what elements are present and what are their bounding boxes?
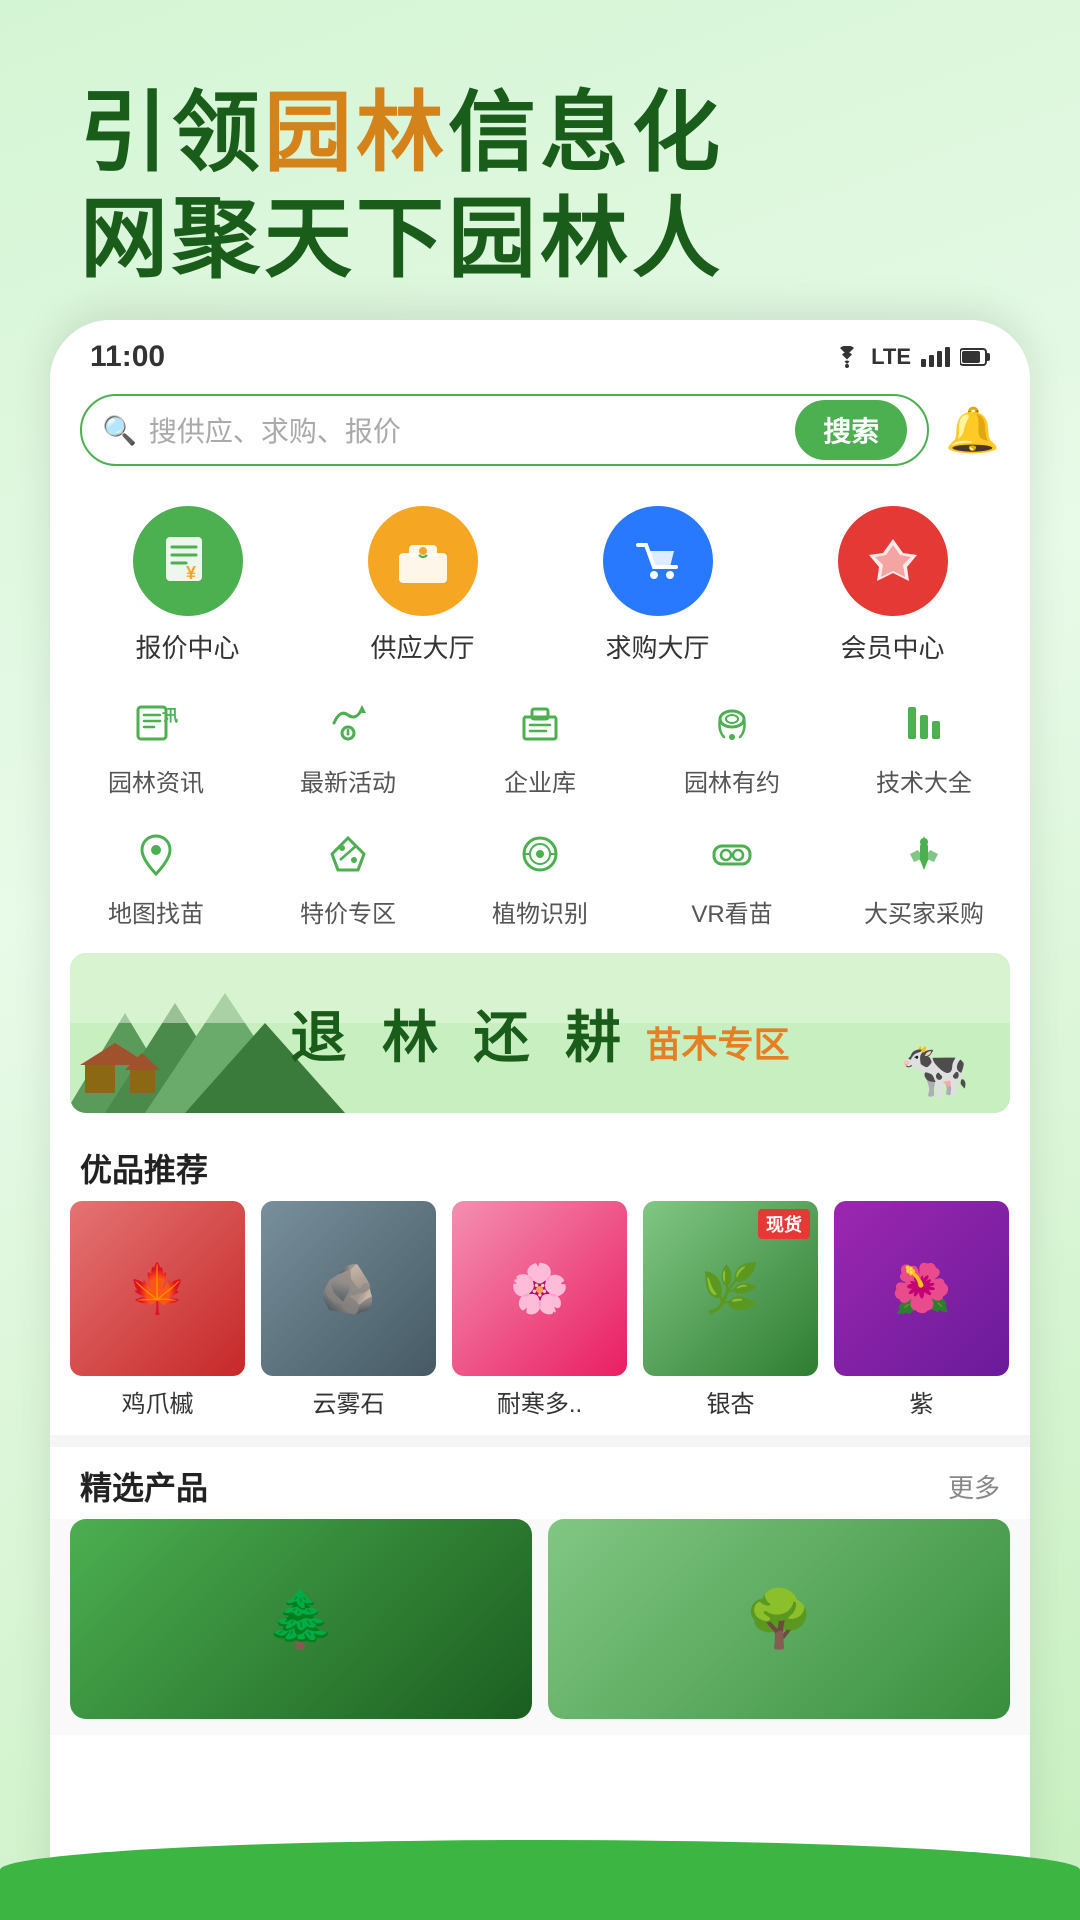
banner-main-text: 退 林 还 耕 (290, 1006, 631, 1069)
product-img-naihan: 🌸 (452, 1201, 627, 1376)
hero-line2: 网聚天下园林人 (80, 186, 1000, 292)
ditu-icon (124, 822, 188, 886)
subnav-qiyeku[interactable]: 企业库 (450, 691, 630, 798)
product-label-naihan: 耐寒多.. (497, 1384, 582, 1419)
product-img-yunwu: 🪨 (261, 1201, 436, 1376)
subnav-damaijia[interactable]: 大买家采购 (834, 822, 1014, 929)
banner-cow-icon: 🐄 (900, 1037, 970, 1103)
section-divider (50, 1435, 1030, 1447)
hero-section: 引领园林信息化 网聚天下园林人 (0, 0, 1080, 331)
damaijia-label: 大买家采购 (864, 894, 984, 929)
product-img-zi: 🌺 (834, 1201, 1009, 1376)
ditu-label: 地图找苗 (108, 894, 204, 929)
phone-mockup: 11:00 LTE (50, 320, 1030, 1920)
nav-qougou[interactable]: 求购大厅 (558, 506, 758, 665)
hero-text-part1: 引领 (80, 83, 264, 182)
main-nav: ¥ 报价中心 供应大厅 (50, 486, 1030, 675)
huodong-label: 最新活动 (300, 763, 396, 798)
qougou-icon (603, 506, 713, 616)
subnav-vr[interactable]: VR看苗 (642, 822, 822, 929)
baojia-label: 报价中心 (135, 628, 239, 665)
qiyeku-label: 企业库 (504, 763, 576, 798)
tejia-label: 特价专区 (300, 894, 396, 929)
search-icon: 🔍 (102, 414, 137, 447)
vr-label: VR看苗 (691, 894, 772, 929)
product-label-zi: 紫 (910, 1384, 934, 1419)
huodong-icon (316, 691, 380, 755)
banner-text-wrap: 退 林 还 耕 苗木专区 (290, 993, 789, 1074)
youyue-icon (700, 691, 764, 755)
sub-nav-1: 讯 园林资讯 最新活动 (50, 675, 1030, 806)
hero-text-highlight: 园林 (264, 83, 448, 182)
gonying-label: 供应大厅 (370, 628, 474, 665)
product-yunwu[interactable]: 🪨 云雾石 (261, 1201, 436, 1419)
tejia-icon (316, 822, 380, 886)
product-label-yinxing: 银杏 (707, 1384, 755, 1419)
subnav-ditu[interactable]: 地图找苗 (66, 822, 246, 929)
recommended-header: 优品推荐 (50, 1129, 1030, 1201)
youyue-label: 园林有约 (684, 763, 780, 798)
gonying-icon (368, 506, 478, 616)
subnav-jishu[interactable]: 技术大全 (834, 691, 1014, 798)
hero-line1: 引领园林信息化 (80, 80, 1000, 186)
selected-title: 精选产品 (80, 1463, 208, 1509)
status-icons: LTE (833, 344, 990, 370)
sub-nav-2: 地图找苗 特价专区 (50, 806, 1030, 937)
wifi-icon (833, 346, 861, 368)
svg-text:¥: ¥ (186, 563, 196, 583)
subnav-huodong[interactable]: 最新活动 (258, 691, 438, 798)
svg-text:讯: 讯 (162, 707, 178, 725)
product-img-yinxing: 🌿 现货 (643, 1201, 818, 1376)
zhiwu-icon (508, 822, 572, 886)
lte-icon: LTE (871, 344, 911, 370)
status-bar: 11:00 LTE (50, 320, 1030, 384)
damaijia-icon (892, 822, 956, 886)
zixun-label: 园林资讯 (108, 763, 204, 798)
recommended-title: 优品推荐 (80, 1145, 208, 1191)
selected-header: 精选产品 更多 (50, 1447, 1030, 1519)
signal-bars-icon (921, 347, 950, 367)
product-img-jizhua: 🍁 (70, 1201, 245, 1376)
qiyeku-icon (508, 691, 572, 755)
search-button[interactable]: 搜索 (795, 400, 907, 460)
subnav-zixun[interactable]: 讯 园林资讯 (66, 691, 246, 798)
zixun-icon: 讯 (124, 691, 188, 755)
vr-icon (700, 822, 764, 886)
huiyuan-label: 会员中心 (840, 628, 944, 665)
status-time: 11:00 (90, 340, 165, 374)
subnav-zhiwu[interactable]: 植物识别 (450, 822, 630, 929)
bottom-wave (0, 1840, 1080, 1920)
nav-baojia[interactable]: ¥ 报价中心 (88, 506, 288, 665)
product-jizhua[interactable]: 🍁 鸡爪槭 (70, 1201, 245, 1419)
qougou-label: 求购大厅 (605, 628, 709, 665)
banner-sub-text: 苗木专区 (646, 1024, 790, 1065)
product-label-yunwu: 云雾石 (313, 1384, 385, 1419)
jishu-label: 技术大全 (876, 763, 972, 798)
search-placeholder-text: 搜供应、求购、报价 (149, 410, 783, 450)
product-zi[interactable]: 🌺 紫 (834, 1201, 1009, 1419)
nav-gonying[interactable]: 供应大厅 (323, 506, 523, 665)
recommended-products: 🍁 鸡爪槭 🪨 云雾石 🌸 耐寒多.. 🌿 现货 银杏 🌺 (50, 1201, 1030, 1435)
subnav-tejia[interactable]: 特价专区 (258, 822, 438, 929)
hot-badge-yinxing: 现货 (758, 1209, 810, 1239)
huiyuan-icon (838, 506, 948, 616)
banner[interactable]: 🐄 退 林 还 耕 苗木专区 (70, 953, 1010, 1113)
search-area: 🔍 搜供应、求购、报价 搜索 🔔 (50, 384, 1030, 486)
notification-bell-icon[interactable]: 🔔 (945, 404, 1000, 456)
subnav-youyue[interactable]: 园林有约 (642, 691, 822, 798)
battery-icon (960, 347, 990, 367)
hero-text-part2: 信息化 (448, 83, 724, 182)
zhiwu-label: 植物识别 (492, 894, 588, 929)
nav-huiyuan[interactable]: 会员中心 (793, 506, 993, 665)
product-label-jizhua: 鸡爪槭 (122, 1384, 194, 1419)
selected-more[interactable]: 更多 (948, 1468, 1000, 1505)
selected-product-2[interactable]: 🌳 (548, 1519, 1010, 1719)
selected-product-1[interactable]: 🌲 (70, 1519, 532, 1719)
selected-products: 🌲 🌳 (50, 1519, 1030, 1735)
baojia-icon: ¥ (133, 506, 243, 616)
jishu-icon (892, 691, 956, 755)
product-yinxing[interactable]: 🌿 现货 银杏 (643, 1201, 818, 1419)
search-box: 🔍 搜供应、求购、报价 搜索 (80, 394, 929, 466)
product-naihan[interactable]: 🌸 耐寒多.. (452, 1201, 627, 1419)
